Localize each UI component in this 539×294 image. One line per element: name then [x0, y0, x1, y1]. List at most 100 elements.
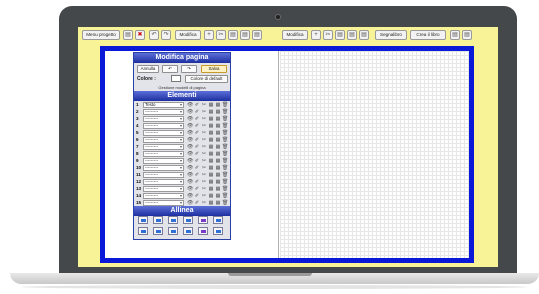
align-button-icon[interactable]	[153, 216, 163, 224]
align-button-icon[interactable]	[183, 216, 193, 224]
trash-icon[interactable]: 🗑	[222, 151, 228, 157]
visibility-icon[interactable]: 👁	[187, 137, 193, 143]
align-button-icon[interactable]	[138, 227, 148, 235]
edit-icon[interactable]: ✐	[194, 116, 200, 122]
edit-icon[interactable]: ✐	[194, 130, 200, 136]
copy-icon[interactable]: ▦	[208, 151, 214, 157]
copy-icon[interactable]: ▦	[208, 158, 214, 164]
crea-libro-button[interactable]: Crea il libro	[410, 30, 446, 40]
cut-icon[interactable]: ✂	[201, 200, 207, 206]
visibility-icon[interactable]: 👁	[187, 109, 193, 115]
cut-icon[interactable]: ✂	[201, 186, 207, 192]
trash-icon-left[interactable]: ▤	[252, 30, 262, 40]
visibility-icon[interactable]: 👁	[187, 116, 193, 122]
trash-icon[interactable]: 🗑	[222, 102, 228, 108]
cut-icon[interactable]: ✂	[201, 193, 207, 199]
copy-icon[interactable]: ▦	[208, 137, 214, 143]
visibility-icon[interactable]: 👁	[187, 172, 193, 178]
edit-icon[interactable]: ✐	[194, 144, 200, 150]
layer-icon[interactable]: ▦	[215, 165, 221, 171]
copy-icon[interactable]: ▦	[208, 144, 214, 150]
gestione-modelli-link[interactable]: Gestione modelli di pagina	[134, 85, 230, 90]
cut-icon[interactable]: ✂	[201, 137, 207, 143]
trash-icon[interactable]: 🗑	[222, 200, 228, 206]
element-type-select[interactable]: --------- ▾	[143, 115, 184, 122]
right-page-grid[interactable]	[280, 51, 469, 258]
cut-icon-right[interactable]: ✂	[323, 30, 333, 40]
colore-default-button[interactable]: Colore di default	[185, 75, 228, 83]
visibility-icon[interactable]: 👁	[187, 102, 193, 108]
edit-icon[interactable]: ✐	[194, 109, 200, 115]
add-icon-left[interactable]: +	[204, 30, 214, 40]
trash-icon[interactable]: 🗑	[222, 123, 228, 129]
cut-icon[interactable]: ✂	[201, 109, 207, 115]
visibility-icon[interactable]: 👁	[187, 151, 193, 157]
segnalibro-button[interactable]: Segnalibro	[375, 30, 407, 40]
cut-icon[interactable]: ✂	[201, 165, 207, 171]
element-type-select[interactable]: --------- ▾	[143, 178, 184, 185]
modifica-button-left[interactable]: Modifica	[175, 30, 201, 40]
visibility-icon[interactable]: 👁	[187, 179, 193, 185]
edit-icon[interactable]: ✐	[194, 172, 200, 178]
trash-icon[interactable]: 🗑	[222, 193, 228, 199]
visibility-icon[interactable]: 👁	[187, 123, 193, 129]
trash-icon[interactable]: 🗑	[222, 109, 228, 115]
trash-icon[interactable]: 🗑	[222, 165, 228, 171]
layer-icon[interactable]: ▦	[215, 116, 221, 122]
align-button-icon[interactable]	[153, 227, 163, 235]
trash-icon[interactable]: 🗑	[222, 179, 228, 185]
copy-icon[interactable]: ▦	[208, 116, 214, 122]
align-button-icon[interactable]	[183, 227, 193, 235]
edit-icon[interactable]: ✐	[194, 137, 200, 143]
copy-icon[interactable]: ▦	[208, 130, 214, 136]
layer-icon[interactable]: ▦	[215, 179, 221, 185]
undo-button[interactable]: ↶	[162, 65, 178, 73]
cut-icon[interactable]: ✂	[201, 102, 207, 108]
layer-icon[interactable]: ▦	[215, 193, 221, 199]
element-type-select[interactable]: --------- ▾	[143, 129, 184, 136]
trash-icon[interactable]: 🗑	[222, 137, 228, 143]
document-icon[interactable]: ▤	[462, 30, 472, 40]
align-button-icon[interactable]	[168, 227, 178, 235]
element-type-select[interactable]: --------- ▾	[143, 164, 184, 171]
element-type-select[interactable]: --------- ▾	[143, 157, 184, 164]
layer-icon[interactable]: ▦	[215, 102, 221, 108]
add-icon-right[interactable]: +	[311, 30, 321, 40]
cut-icon[interactable]: ✂	[201, 151, 207, 157]
trash-icon[interactable]: 🗑	[222, 172, 228, 178]
copy-icon[interactable]: ▦	[208, 200, 214, 206]
trash-icon[interactable]: 🗑	[222, 130, 228, 136]
copy-icon[interactable]: ▦	[208, 179, 214, 185]
trash-icon[interactable]: 🗑	[222, 186, 228, 192]
visibility-icon[interactable]: 👁	[187, 186, 193, 192]
copy-icon[interactable]: ▦	[208, 165, 214, 171]
visibility-icon[interactable]: 👁	[187, 193, 193, 199]
align-button-icon[interactable]	[213, 216, 223, 224]
edit-icon[interactable]: ✐	[194, 200, 200, 206]
edit-icon[interactable]: ✐	[194, 186, 200, 192]
layer-icon[interactable]: ▦	[215, 137, 221, 143]
copy-icon[interactable]: ▦	[208, 102, 214, 108]
cut-icon[interactable]: ✂	[201, 172, 207, 178]
trash-icon-right[interactable]: ▤	[359, 30, 369, 40]
element-type-select[interactable]: --------- ▾	[143, 192, 184, 199]
edit-icon[interactable]: ✐	[194, 165, 200, 171]
visibility-icon[interactable]: 👁	[187, 158, 193, 164]
edit-icon[interactable]: ✐	[194, 151, 200, 157]
align-button-icon[interactable]	[138, 216, 148, 224]
layer-icon[interactable]: ▦	[215, 172, 221, 178]
copy-icon-left[interactable]: ▤	[228, 30, 238, 40]
copy-icon-right[interactable]: ▤	[335, 30, 345, 40]
copy-icon[interactable]: ▦	[208, 193, 214, 199]
layer-icon[interactable]: ▦	[215, 186, 221, 192]
layer-icon[interactable]: ▦	[215, 200, 221, 206]
element-type-select[interactable]: --------- ▾	[143, 136, 184, 143]
element-type-select[interactable]: --------- ▾	[143, 108, 184, 115]
visibility-icon[interactable]: 👁	[187, 165, 193, 171]
element-type-select[interactable]: --------- ▾	[143, 122, 184, 129]
copy-icon[interactable]: ▦	[208, 172, 214, 178]
cut-icon[interactable]: ✂	[201, 130, 207, 136]
element-type-select[interactable]: --------- ▾	[143, 150, 184, 157]
align-button-icon[interactable]	[198, 227, 208, 235]
edit-icon[interactable]: ✐	[194, 193, 200, 199]
